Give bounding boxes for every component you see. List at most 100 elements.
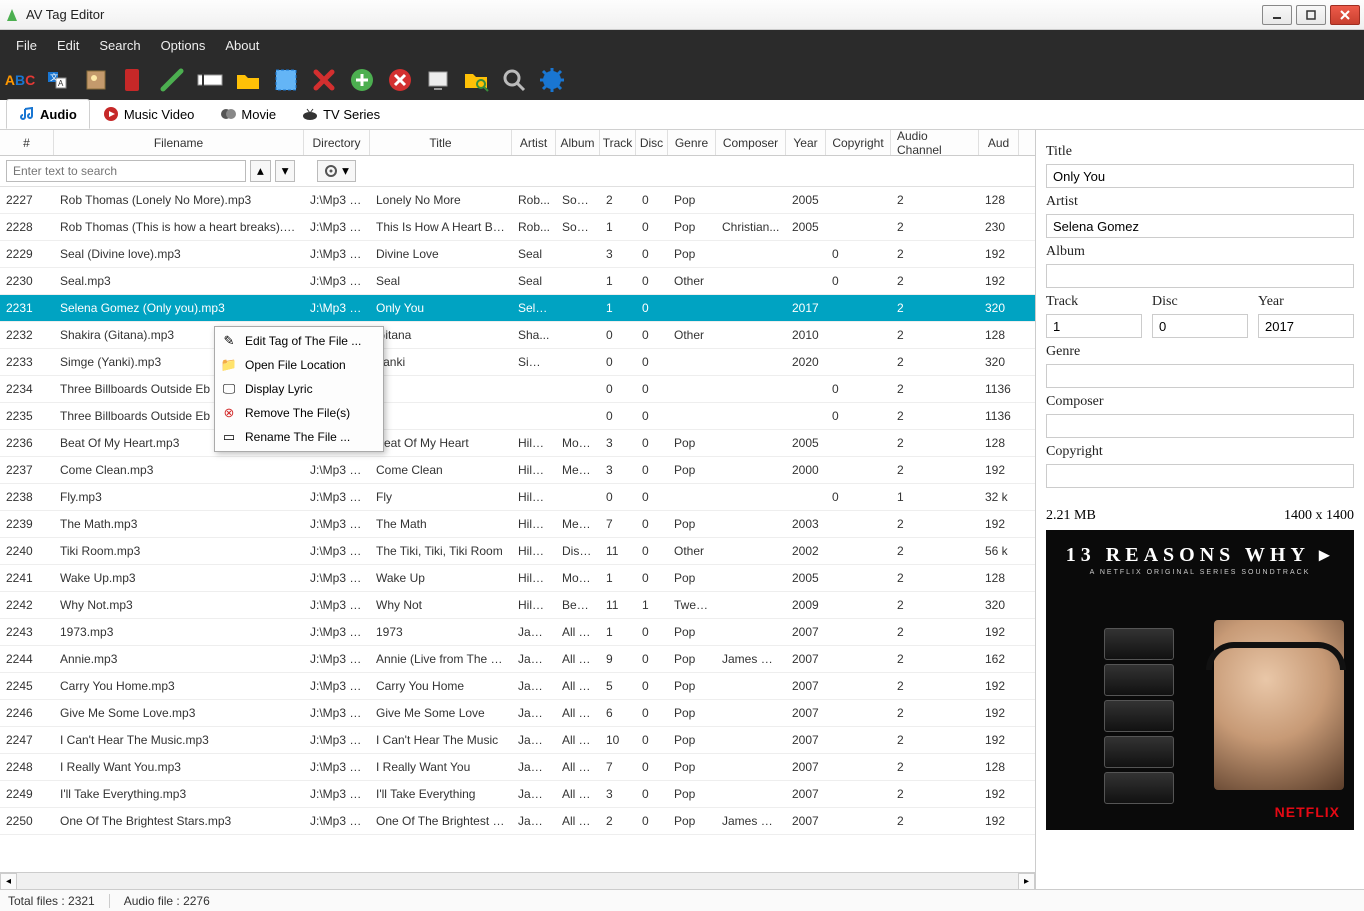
scroll-right-button[interactable]: ▸ <box>1018 873 1035 890</box>
col-genre[interactable]: Genre <box>668 130 716 155</box>
horizontal-scrollbar[interactable]: ◂ ▸ <box>0 872 1035 889</box>
table-row[interactable]: 2237Come Clean.mp3J:\Mp3 M...Come CleanH… <box>0 457 1035 484</box>
ctx-rename-file[interactable]: ▭Rename The File ... <box>215 425 383 449</box>
scroll-track[interactable] <box>17 873 1018 890</box>
col-composer[interactable]: Composer <box>716 130 786 155</box>
album-art[interactable]: 13 REASONS WHY ▸ A NETFLIX ORIGINAL SERI… <box>1046 530 1354 830</box>
table-row[interactable]: 22431973.mp3J:\Mp3 M...1973Jam...All Th.… <box>0 619 1035 646</box>
menu-options[interactable]: Options <box>151 34 216 57</box>
field-track[interactable] <box>1046 314 1142 338</box>
cell: J:\Mp3 M... <box>304 193 370 207</box>
table-row[interactable]: 2228Rob Thomas (This is how a heart brea… <box>0 214 1035 241</box>
tab-tvseries[interactable]: TV Series <box>289 99 393 129</box>
cell: Pop <box>668 463 716 477</box>
ctx-display-lyric[interactable]: 🖵Display Lyric <box>215 377 383 401</box>
remove-icon[interactable] <box>386 66 414 94</box>
col-directory[interactable]: Directory <box>304 130 370 155</box>
table-row[interactable]: 2242Why Not.mp3J:\Mp3 M...Why NotHilar..… <box>0 592 1035 619</box>
select-icon[interactable] <box>272 66 300 94</box>
ctx-open-location[interactable]: 📁Open File Location <box>215 353 383 377</box>
screen-icon[interactable] <box>424 66 452 94</box>
table-row[interactable]: 2229Seal (Divine love).mp3J:\Mp3 M...Div… <box>0 241 1035 268</box>
filter-up-button[interactable]: ▴ <box>250 160 271 182</box>
col-aud[interactable]: Aud <box>979 130 1019 155</box>
table-row[interactable]: 2231Selena Gomez (Only you).mp3J:\Mp3 M.… <box>0 295 1035 322</box>
menu-about[interactable]: About <box>215 34 269 57</box>
field-artist[interactable] <box>1046 214 1354 238</box>
rename-icon[interactable] <box>196 66 224 94</box>
col-disc[interactable]: Disc <box>636 130 668 155</box>
abc-icon[interactable]: ABC <box>6 66 34 94</box>
table-row[interactable]: 2245Carry You Home.mp3J:\Mp3 M...Carry Y… <box>0 673 1035 700</box>
book-icon[interactable] <box>120 66 148 94</box>
tab-musicvideo[interactable]: Music Video <box>90 99 208 129</box>
delete-icon[interactable] <box>310 66 338 94</box>
table-row[interactable]: 2232Shakira (Gitana).mp3GitanaSha...00Ot… <box>0 322 1035 349</box>
ctx-edit-tag[interactable]: ✎Edit Tag of The File ... <box>215 329 383 353</box>
cell: All Th... <box>556 814 600 828</box>
label-disc: Disc <box>1152 294 1248 310</box>
tab-movie[interactable]: Movie <box>207 99 289 129</box>
gear-icon[interactable] <box>538 66 566 94</box>
filter-down-button[interactable]: ▾ <box>275 160 296 182</box>
minimize-button[interactable] <box>1262 5 1292 25</box>
col-audiochannel[interactable]: Audio Channel <box>891 130 979 155</box>
table-row[interactable]: 2240Tiki Room.mp3J:\Mp3 M...The Tiki, Ti… <box>0 538 1035 565</box>
field-genre[interactable] <box>1046 364 1354 388</box>
close-button[interactable] <box>1330 5 1360 25</box>
table-row[interactable]: 2246Give Me Some Love.mp3J:\Mp3 M...Give… <box>0 700 1035 727</box>
table-row[interactable]: 2249I'll Take Everything.mp3J:\Mp3 M...I… <box>0 781 1035 808</box>
search-icon[interactable] <box>500 66 528 94</box>
col-album[interactable]: Album <box>556 130 600 155</box>
cell: 0 <box>826 247 891 261</box>
filter-gear-button[interactable]: ▾ <box>317 160 355 182</box>
table-row[interactable]: 2236Beat Of My Heart.mp3J:\Mp3 M...Beat … <box>0 430 1035 457</box>
field-composer[interactable] <box>1046 414 1354 438</box>
col-filename[interactable]: Filename <box>54 130 304 155</box>
table-row[interactable]: 2227Rob Thomas (Lonely No More).mp3J:\Mp… <box>0 187 1035 214</box>
col-title[interactable]: Title <box>370 130 512 155</box>
field-year[interactable] <box>1258 314 1354 338</box>
rows-container[interactable]: 2227Rob Thomas (Lonely No More).mp3J:\Mp… <box>0 187 1035 872</box>
field-title[interactable] <box>1046 164 1354 188</box>
table-row[interactable]: 2247I Can't Hear The Music.mp3J:\Mp3 M..… <box>0 727 1035 754</box>
table-row[interactable]: 2234Three Billboards Outside Eb00021136 <box>0 376 1035 403</box>
pencil-icon[interactable] <box>158 66 186 94</box>
folder-icon[interactable] <box>234 66 262 94</box>
table-row[interactable]: 2244Annie.mp3J:\Mp3 M...Annie (Live from… <box>0 646 1035 673</box>
headphone-icon <box>1206 642 1346 670</box>
col-artist[interactable]: Artist <box>512 130 556 155</box>
add-icon[interactable] <box>348 66 376 94</box>
col-copyright[interactable]: Copyright <box>826 130 891 155</box>
field-copyright[interactable] <box>1046 464 1354 488</box>
col-year[interactable]: Year <box>786 130 826 155</box>
cell: 2243 <box>0 625 54 639</box>
menu-file[interactable]: File <box>6 34 47 57</box>
pencil-icon: ✎ <box>221 333 237 349</box>
col-num[interactable]: # <box>0 130 54 155</box>
maximize-button[interactable] <box>1296 5 1326 25</box>
cell: 2232 <box>0 328 54 342</box>
table-row[interactable]: 2241Wake Up.mp3J:\Mp3 M...Wake UpHilar..… <box>0 565 1035 592</box>
table-row[interactable]: 2250One Of The Brightest Stars.mp3J:\Mp3… <box>0 808 1035 835</box>
table-row[interactable]: 2238Fly.mp3J:\Mp3 M...FlyHilar...000132 … <box>0 484 1035 511</box>
table-row[interactable]: 2248I Really Want You.mp3J:\Mp3 M...I Re… <box>0 754 1035 781</box>
table-row[interactable]: 2235Three Billboards Outside Eb00021136 <box>0 403 1035 430</box>
cell: 2007 <box>786 652 826 666</box>
table-row[interactable]: 2230Seal.mp3J:\Mp3 M...SealSeal10Other02… <box>0 268 1035 295</box>
scroll-left-button[interactable]: ◂ <box>0 873 17 890</box>
translate-icon[interactable]: 文A <box>44 66 72 94</box>
table-row[interactable]: 2239The Math.mp3J:\Mp3 M...The MathHilar… <box>0 511 1035 538</box>
cell: 230 <box>979 220 1019 234</box>
table-row[interactable]: 2233Simge (Yanki).mp3YankiSimge002020232… <box>0 349 1035 376</box>
search-input[interactable] <box>6 160 246 182</box>
col-track[interactable]: Track <box>600 130 636 155</box>
menu-search[interactable]: Search <box>89 34 150 57</box>
menu-edit[interactable]: Edit <box>47 34 89 57</box>
field-disc[interactable] <box>1152 314 1248 338</box>
picture-icon[interactable] <box>82 66 110 94</box>
folder-search-icon[interactable] <box>462 66 490 94</box>
field-album[interactable] <box>1046 264 1354 288</box>
ctx-remove-file[interactable]: ⊗Remove The File(s) <box>215 401 383 425</box>
tab-audio[interactable]: Audio <box>6 99 90 129</box>
